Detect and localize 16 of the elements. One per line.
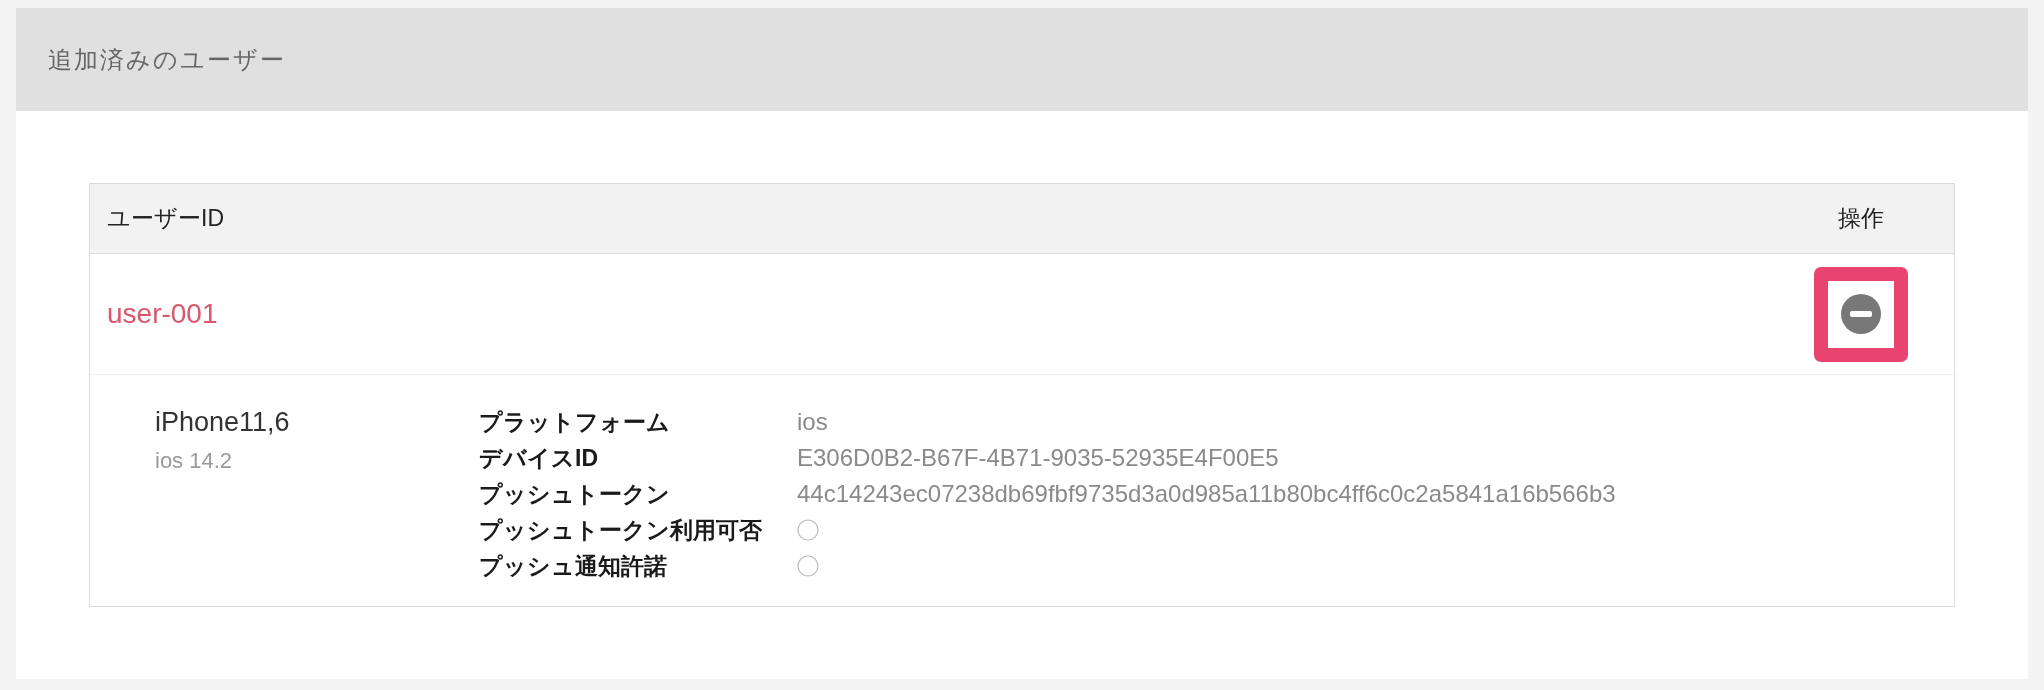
field-label: プラットフォーム	[479, 408, 671, 437]
minus-circle-icon	[1841, 294, 1881, 334]
field-label: プッシュトークン	[479, 480, 671, 509]
field-label: プッシュ通知許諾	[479, 552, 668, 581]
field-label: デバイスID	[479, 444, 599, 473]
field-value: E306D0B2-B67F-4B71-9035-52935E4F00E5	[797, 443, 1279, 473]
panel-title: 追加済みのユーザー	[48, 44, 286, 75]
field-label: プッシュトークン利用可否	[479, 516, 763, 545]
remove-button[interactable]	[1814, 266, 1908, 362]
column-header: ユーザーID	[107, 204, 224, 233]
column-header: 操作	[1838, 204, 1884, 233]
user-id-link[interactable]: user-001	[107, 298, 218, 330]
field-value: 44c14243ec07238db69fbf9735d3a0d985a11b80bc4ff6c0c2a5841a16b566b3	[797, 479, 1616, 509]
field-value: ios	[797, 407, 828, 437]
device-model: iPhone11,6	[155, 406, 291, 439]
device-os-version: ios 14.2	[155, 447, 234, 475]
